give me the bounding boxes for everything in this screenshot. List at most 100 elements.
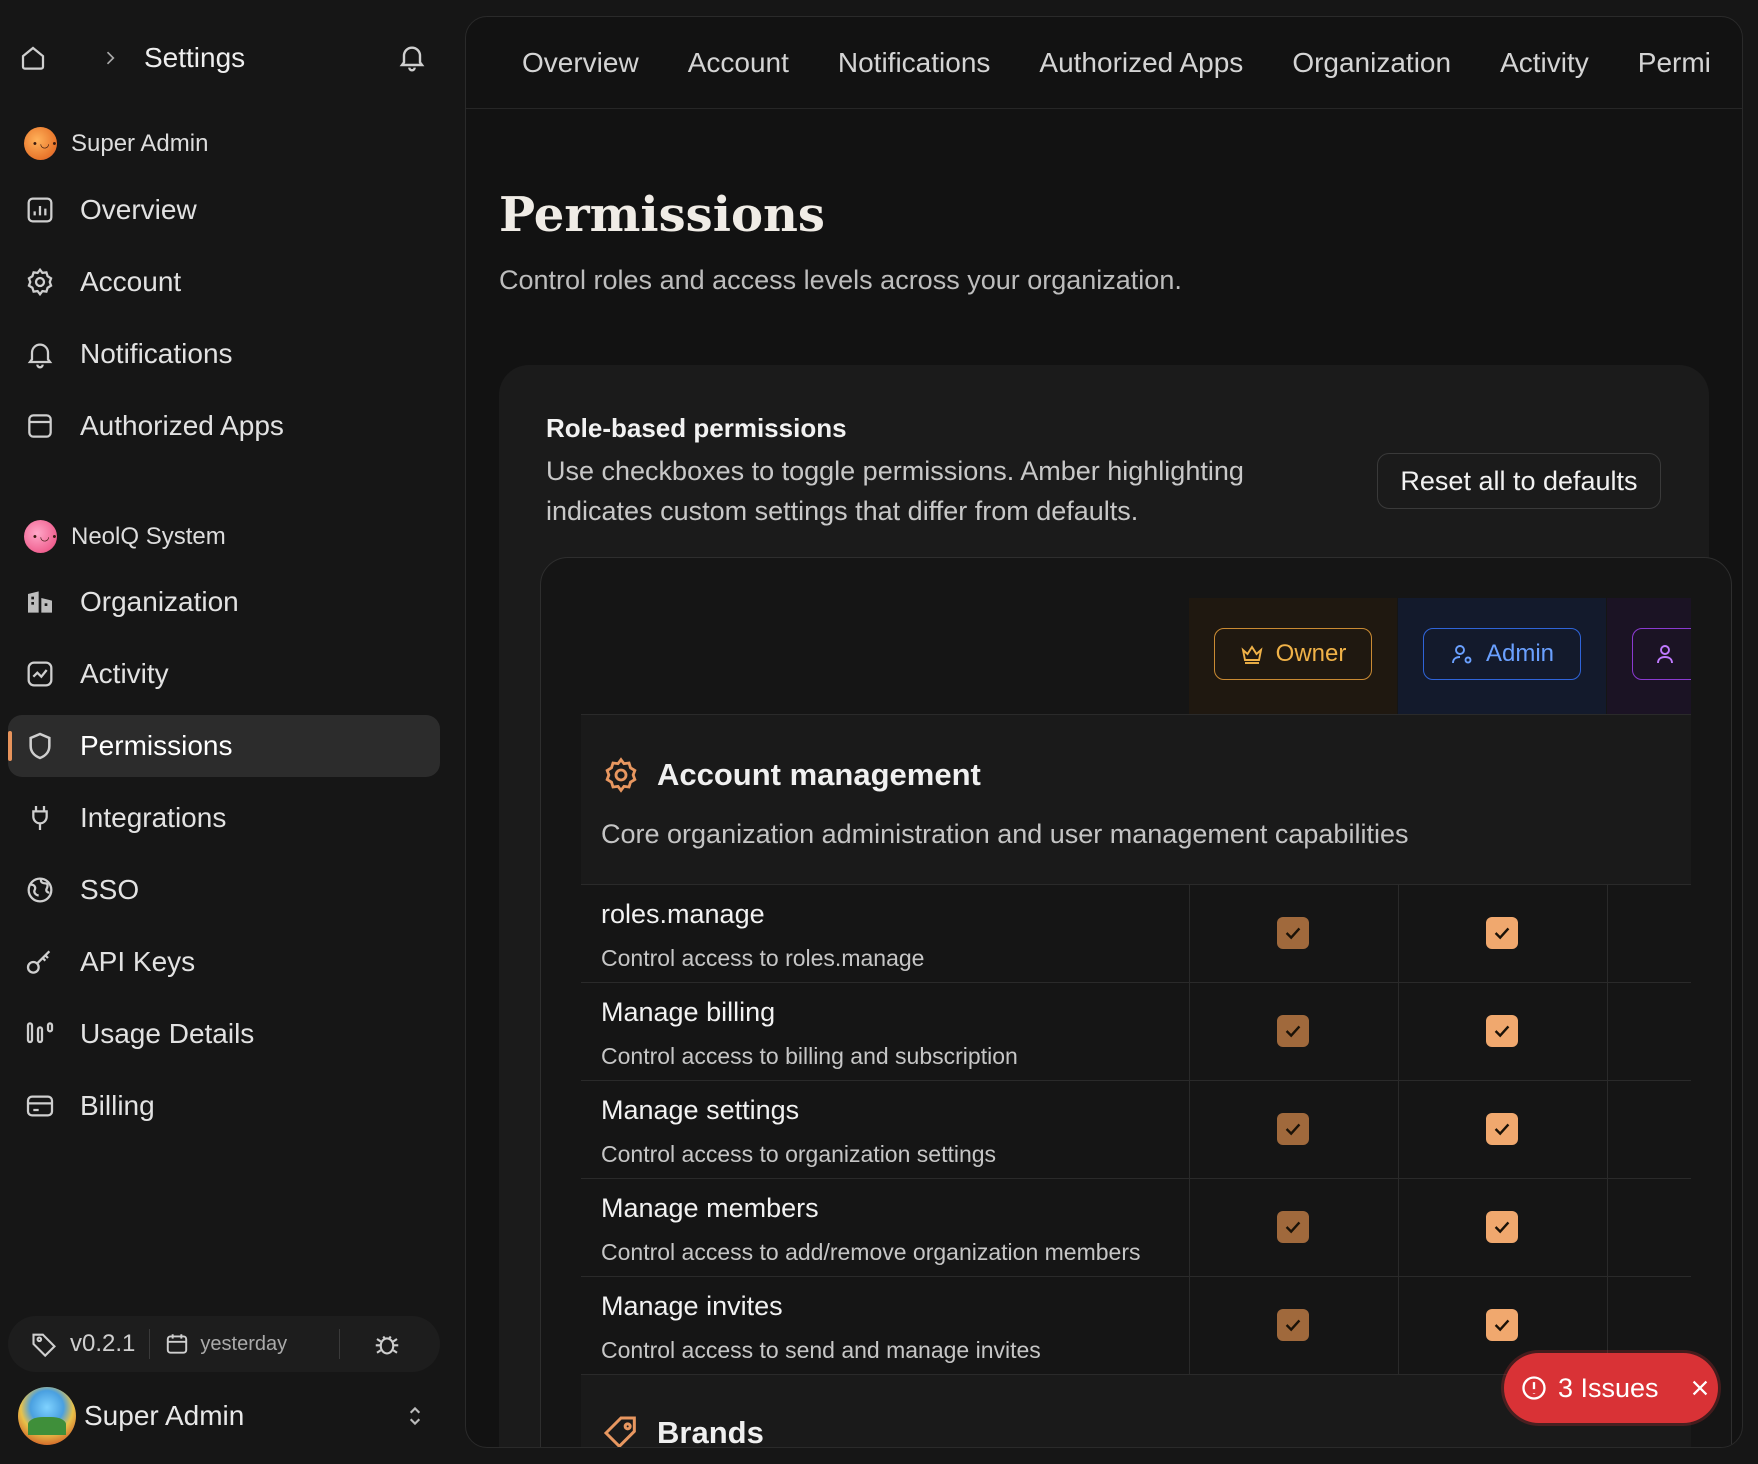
sidebar-item-account[interactable]: Account xyxy=(8,251,440,313)
role-badge-member[interactable] xyxy=(1632,628,1691,680)
chart-icon xyxy=(24,194,56,226)
sidebar-item-label: API Keys xyxy=(80,946,196,977)
role-badge-owner[interactable]: Owner xyxy=(1214,628,1372,680)
sidebar-item-sso[interactable]: SSO xyxy=(8,859,440,921)
checkbox-admin[interactable] xyxy=(1486,1211,1518,1243)
column-member xyxy=(1607,598,1691,714)
sidebar-item-label: SSO xyxy=(80,874,140,905)
divider xyxy=(1607,1081,1608,1179)
tab-account[interactable]: Account xyxy=(688,47,789,79)
calendar-icon xyxy=(164,1331,190,1357)
permission-row: roles.manage Control access to roles.man… xyxy=(581,884,1691,983)
sidebar-item-label: Integrations xyxy=(80,802,227,833)
divider xyxy=(1398,885,1399,983)
close-icon[interactable] xyxy=(1689,1377,1711,1399)
sidebar-item-organization[interactable]: Organization xyxy=(8,571,440,633)
settings-tabs: Overview Account Notifications Authorize… xyxy=(466,17,1742,109)
checkbox-admin[interactable] xyxy=(1486,917,1518,949)
permission-row: Manage billing Control access to billing… xyxy=(581,982,1691,1081)
tab-organization[interactable]: Organization xyxy=(1292,47,1451,79)
user-name: Super Admin xyxy=(84,1400,245,1431)
checkbox-owner[interactable] xyxy=(1277,1211,1309,1243)
checkbox-owner[interactable] xyxy=(1277,1015,1309,1047)
divider xyxy=(149,1329,151,1359)
divider xyxy=(1607,983,1608,1081)
crown-icon xyxy=(1241,645,1263,664)
permission-description: Control access to organization settings xyxy=(601,1141,997,1167)
divider xyxy=(1189,1081,1190,1179)
checkbox-admin[interactable] xyxy=(1486,1309,1518,1341)
globe-icon xyxy=(24,874,56,906)
sidebar-header: Settings xyxy=(18,36,428,80)
checkbox-owner[interactable] xyxy=(1277,1113,1309,1145)
permission-title: roles.manage xyxy=(601,899,765,929)
tab-notifications[interactable]: Notifications xyxy=(838,47,991,79)
check-icon xyxy=(1494,927,1510,940)
sidebar-item-label: Billing xyxy=(80,1090,155,1121)
tag-icon xyxy=(601,1413,641,1447)
check-icon xyxy=(1494,1123,1510,1136)
org-header-super-admin: • ◡ • Super Admin xyxy=(24,127,208,160)
issues-button[interactable]: 3 Issues xyxy=(1504,1353,1718,1423)
divider xyxy=(1189,1277,1190,1375)
home-icon[interactable] xyxy=(18,43,48,73)
tab-permissions[interactable]: Permi xyxy=(1638,47,1711,79)
role-permissions-card: Role-based permissions Use checkboxes to… xyxy=(499,365,1732,1447)
version-date: yesterday xyxy=(200,1332,288,1355)
org-name: NeolQ System xyxy=(71,522,226,550)
permissions-table: Owner Admin Account management Core orga… xyxy=(540,557,1732,1447)
sidebar-item-integrations[interactable]: Integrations xyxy=(8,787,440,849)
divider xyxy=(1189,885,1190,983)
tab-overview[interactable]: Overview xyxy=(522,47,639,79)
sidebar-item-notifications[interactable]: Notifications xyxy=(8,323,440,385)
checkbox-admin[interactable] xyxy=(1486,1015,1518,1047)
sidebar-item-overview[interactable]: Overview xyxy=(8,179,440,241)
permission-title: Manage settings xyxy=(601,1095,800,1125)
sidebar-item-authorized-apps[interactable]: Authorized Apps xyxy=(8,395,440,457)
role-badge-admin[interactable]: Admin xyxy=(1423,628,1581,680)
building-icon xyxy=(24,586,56,618)
sidebar-item-billing[interactable]: Billing xyxy=(8,1075,440,1137)
bell-icon[interactable] xyxy=(396,41,428,73)
checkbox-owner[interactable] xyxy=(1277,917,1309,949)
section-title: Account management xyxy=(657,757,981,792)
gear-icon xyxy=(601,755,641,795)
sidebar-item-api-keys[interactable]: API Keys xyxy=(8,931,440,993)
key-icon xyxy=(24,946,56,978)
chevron-right-icon xyxy=(100,48,120,68)
permission-title: Manage invites xyxy=(601,1291,783,1321)
bug-icon[interactable] xyxy=(372,1329,402,1359)
sidebar-item-usage-details[interactable]: Usage Details xyxy=(8,1003,440,1065)
sidebar-item-label: Activity xyxy=(80,658,169,689)
tab-authorized-apps[interactable]: Authorized Apps xyxy=(1039,47,1243,79)
bell-icon xyxy=(24,338,56,370)
divider xyxy=(1189,1179,1190,1277)
tab-activity[interactable]: Activity xyxy=(1500,47,1589,79)
check-icon xyxy=(1285,1319,1301,1332)
divider xyxy=(1398,983,1399,1081)
divider xyxy=(1398,1081,1399,1179)
credit-card-icon xyxy=(24,1090,56,1122)
user-icon xyxy=(1657,645,1673,664)
permission-description: Control access to roles.manage xyxy=(601,945,925,971)
sidebar-item-label: Notifications xyxy=(80,338,233,369)
org-avatar: • ◡ • xyxy=(24,520,57,553)
divider xyxy=(1607,1179,1608,1277)
user-menu[interactable]: Super Admin xyxy=(18,1386,428,1446)
app-window-icon xyxy=(24,410,56,442)
reset-defaults-button[interactable]: Reset all to defaults xyxy=(1377,453,1661,509)
role-name: Admin xyxy=(1485,640,1555,667)
sidebar-item-label: Usage Details xyxy=(80,1018,255,1049)
version-tag: v0.2.1 xyxy=(70,1330,136,1357)
checkbox-owner[interactable] xyxy=(1277,1309,1309,1341)
gear-icon xyxy=(24,266,56,298)
sidebar-item-label: Authorized Apps xyxy=(80,410,284,441)
sidebar-item-permissions[interactable]: Permissions xyxy=(8,715,440,777)
plug-icon xyxy=(24,802,56,834)
page-subtitle: Control roles and access levels across y… xyxy=(499,265,1182,295)
divider xyxy=(339,1329,340,1359)
sidebar-item-activity[interactable]: Activity xyxy=(8,643,440,705)
section-account-management: Account management Core organization adm… xyxy=(581,714,1691,884)
checkbox-admin[interactable] xyxy=(1486,1113,1518,1145)
check-icon xyxy=(1285,1123,1301,1136)
